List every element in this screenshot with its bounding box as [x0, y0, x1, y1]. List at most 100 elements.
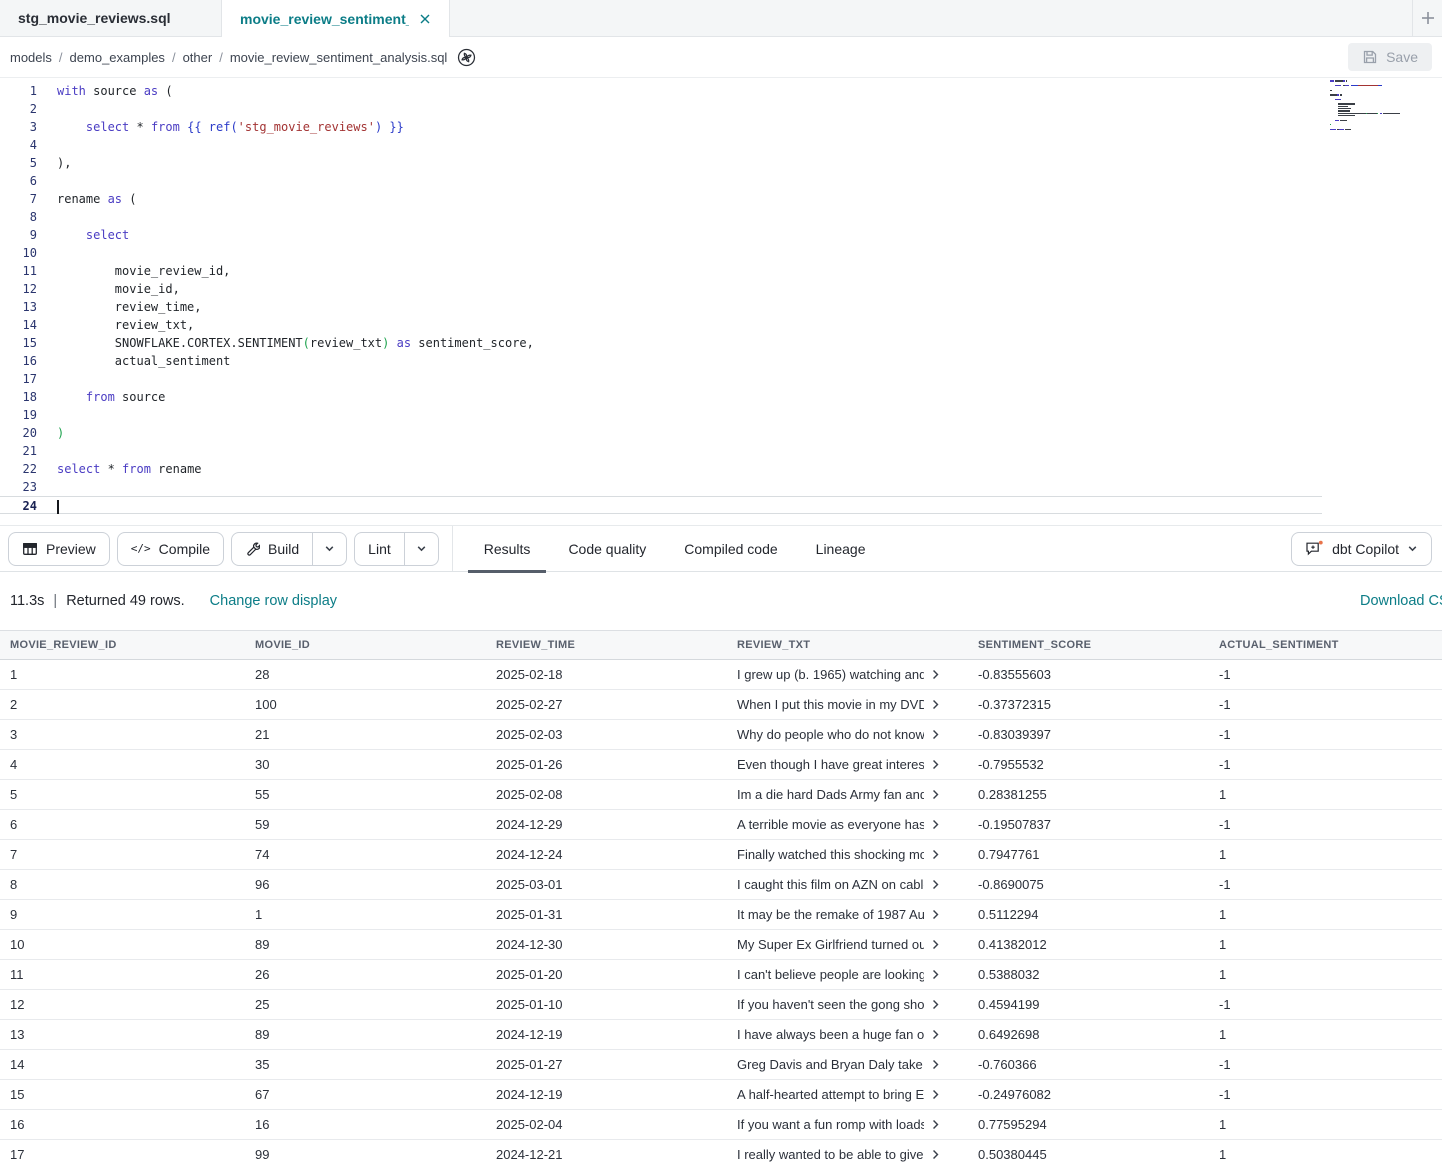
sentiment-score-cell: -0.760366	[968, 1057, 1209, 1072]
lint-dropdown-button[interactable]	[405, 533, 438, 565]
column-header-sentiment_score[interactable]: SENTIMENT_SCORE	[968, 639, 1209, 651]
minimap[interactable]	[1330, 78, 1400, 135]
code-line[interactable]: 8	[0, 208, 1442, 226]
code-line-content: select	[57, 226, 129, 244]
movie-review-id-cell: 10	[0, 937, 245, 952]
code-line[interactable]: 19	[0, 406, 1442, 424]
lint-button[interactable]: Lint	[355, 533, 405, 565]
expand-review-icon[interactable]	[924, 879, 941, 890]
code-line[interactable]: 4	[0, 136, 1442, 154]
line-number: 6	[0, 172, 37, 190]
expand-review-icon[interactable]	[924, 999, 941, 1010]
result-tab-code-quality[interactable]: Code quality	[549, 525, 665, 572]
review-txt-value: Im a die hard Dads Army fan and nothi…	[737, 787, 924, 802]
column-header-movie_review_id[interactable]: MOVIE_REVIEW_ID	[0, 639, 245, 651]
review-txt-value: Even though I have great interest in Bi…	[737, 757, 924, 772]
code-line[interactable]: 22select * from rename	[0, 460, 1442, 478]
result-tab-results[interactable]: Results	[465, 525, 550, 572]
code-line[interactable]: 7rename as (	[0, 190, 1442, 208]
sentiment-score-cell: 0.77595294	[968, 1117, 1209, 1132]
review-txt-cell: I can't believe people are looking for a…	[727, 967, 968, 982]
build-dropdown-button[interactable]	[313, 533, 346, 565]
sentiment-score-cell: -0.24976082	[968, 1087, 1209, 1102]
expand-review-icon[interactable]	[924, 969, 941, 980]
chevron-down-icon	[324, 543, 335, 554]
table-row: 10892024-12-30My Super Ex Girlfriend tur…	[0, 930, 1442, 960]
save-button[interactable]: Save	[1348, 43, 1432, 71]
build-label: Build	[268, 541, 299, 557]
code-line-content: from source	[57, 388, 165, 406]
code-line[interactable]: 13 review_time,	[0, 298, 1442, 316]
column-header-review_time[interactable]: REVIEW_TIME	[486, 639, 727, 651]
code-line[interactable]: 2	[0, 100, 1442, 118]
review-txt-value: When I put this movie in my DVD playe…	[737, 697, 924, 712]
review-time-cell: 2025-01-31	[486, 907, 727, 922]
code-line[interactable]: 9 select	[0, 226, 1442, 244]
expand-review-icon[interactable]	[924, 1059, 941, 1070]
change-row-display-link[interactable]: Change row display	[210, 593, 337, 609]
actual-sentiment-cell: -1	[1209, 1087, 1442, 1102]
code-line[interactable]: 15 SNOWFLAKE.CORTEX.SENTIMENT(review_txt…	[0, 334, 1442, 352]
close-tab-icon[interactable]	[419, 13, 431, 25]
expand-review-icon[interactable]	[924, 1089, 941, 1100]
expand-review-icon[interactable]	[924, 849, 941, 860]
code-line[interactable]: 6	[0, 172, 1442, 190]
movie-id-cell: 99	[245, 1147, 486, 1162]
copilot-badge-icon[interactable]	[456, 47, 477, 68]
expand-review-icon[interactable]	[924, 1149, 941, 1160]
review-txt-value: Greg Davis and Bryan Daly take some …	[737, 1057, 924, 1072]
code-line[interactable]: 21	[0, 442, 1442, 460]
expand-review-icon[interactable]	[924, 909, 941, 920]
code-line[interactable]: 16 actual_sentiment	[0, 352, 1442, 370]
results-body: 1282025-02-18I grew up (b. 1965) watchin…	[0, 660, 1442, 1166]
actual-sentiment-cell: -1	[1209, 877, 1442, 892]
code-line[interactable]: 3 select * from {{ ref('stg_movie_review…	[0, 118, 1442, 136]
movie-id-cell: 100	[245, 697, 486, 712]
tab-stg-movie-reviews[interactable]: stg_movie_reviews.sql	[0, 0, 222, 36]
expand-review-icon[interactable]	[924, 699, 941, 710]
expand-review-icon[interactable]	[924, 939, 941, 950]
code-line-content: movie_review_id,	[57, 262, 230, 280]
code-line[interactable]: 14 review_txt,	[0, 316, 1442, 334]
results-header: MOVIE_REVIEW_IDMOVIE_IDREVIEW_TIMEREVIEW…	[0, 630, 1442, 660]
code-line[interactable]: 24	[0, 496, 1322, 514]
column-header-review_txt[interactable]: REVIEW_TXT	[727, 639, 968, 651]
code-editor[interactable]: 1with source as (23 select * from {{ ref…	[0, 78, 1442, 525]
new-tab-button[interactable]	[1412, 0, 1442, 36]
column-header-actual_sentiment[interactable]: ACTUAL_SENTIMENT	[1209, 639, 1442, 651]
download-csv-link[interactable]: Download CSV	[1360, 593, 1442, 609]
build-button[interactable]: Build	[232, 533, 313, 565]
result-tab-lineage[interactable]: Lineage	[797, 525, 885, 572]
table-row: 4302025-01-26Even though I have great in…	[0, 750, 1442, 780]
code-line[interactable]: 18 from source	[0, 388, 1442, 406]
column-header-movie_id[interactable]: MOVIE_ID	[245, 639, 486, 651]
expand-review-icon[interactable]	[924, 759, 941, 770]
code-line[interactable]: 5),	[0, 154, 1442, 172]
code-line[interactable]: 20)	[0, 424, 1442, 442]
line-number: 15	[0, 334, 37, 352]
expand-review-icon[interactable]	[924, 1029, 941, 1040]
expand-review-icon[interactable]	[924, 789, 941, 800]
expand-review-icon[interactable]	[924, 819, 941, 830]
tab-movie-review-sentiment-analysis[interactable]: movie_review_sentiment_…	[222, 0, 450, 37]
actual-sentiment-cell: -1	[1209, 757, 1442, 772]
result-tab-compiled-code[interactable]: Compiled code	[665, 525, 796, 572]
code-line[interactable]: 10	[0, 244, 1442, 262]
review-txt-value: I really wanted to be able to give this …	[737, 1147, 924, 1162]
query-status-bar: 11.3s | Returned 49 rows. Change row dis…	[0, 572, 1442, 630]
preview-button[interactable]: Preview	[8, 532, 110, 566]
movie-review-id-cell: 12	[0, 997, 245, 1012]
code-lines: 1with source as (23 select * from {{ ref…	[0, 82, 1442, 514]
code-line[interactable]: 11 movie_review_id,	[0, 262, 1442, 280]
expand-review-icon[interactable]	[924, 729, 941, 740]
expand-review-icon[interactable]	[924, 669, 941, 680]
status-separator: |	[53, 593, 57, 609]
code-line[interactable]: 12 movie_id,	[0, 280, 1442, 298]
code-line[interactable]: 23	[0, 478, 1442, 496]
dbt-copilot-button[interactable]: dbt Copilot	[1291, 532, 1432, 566]
compile-button[interactable]: </> Compile	[117, 532, 224, 566]
expand-review-icon[interactable]	[924, 1119, 941, 1130]
query-duration: 11.3s	[10, 593, 44, 609]
code-line[interactable]: 17	[0, 370, 1442, 388]
code-line[interactable]: 1with source as (	[0, 82, 1442, 100]
